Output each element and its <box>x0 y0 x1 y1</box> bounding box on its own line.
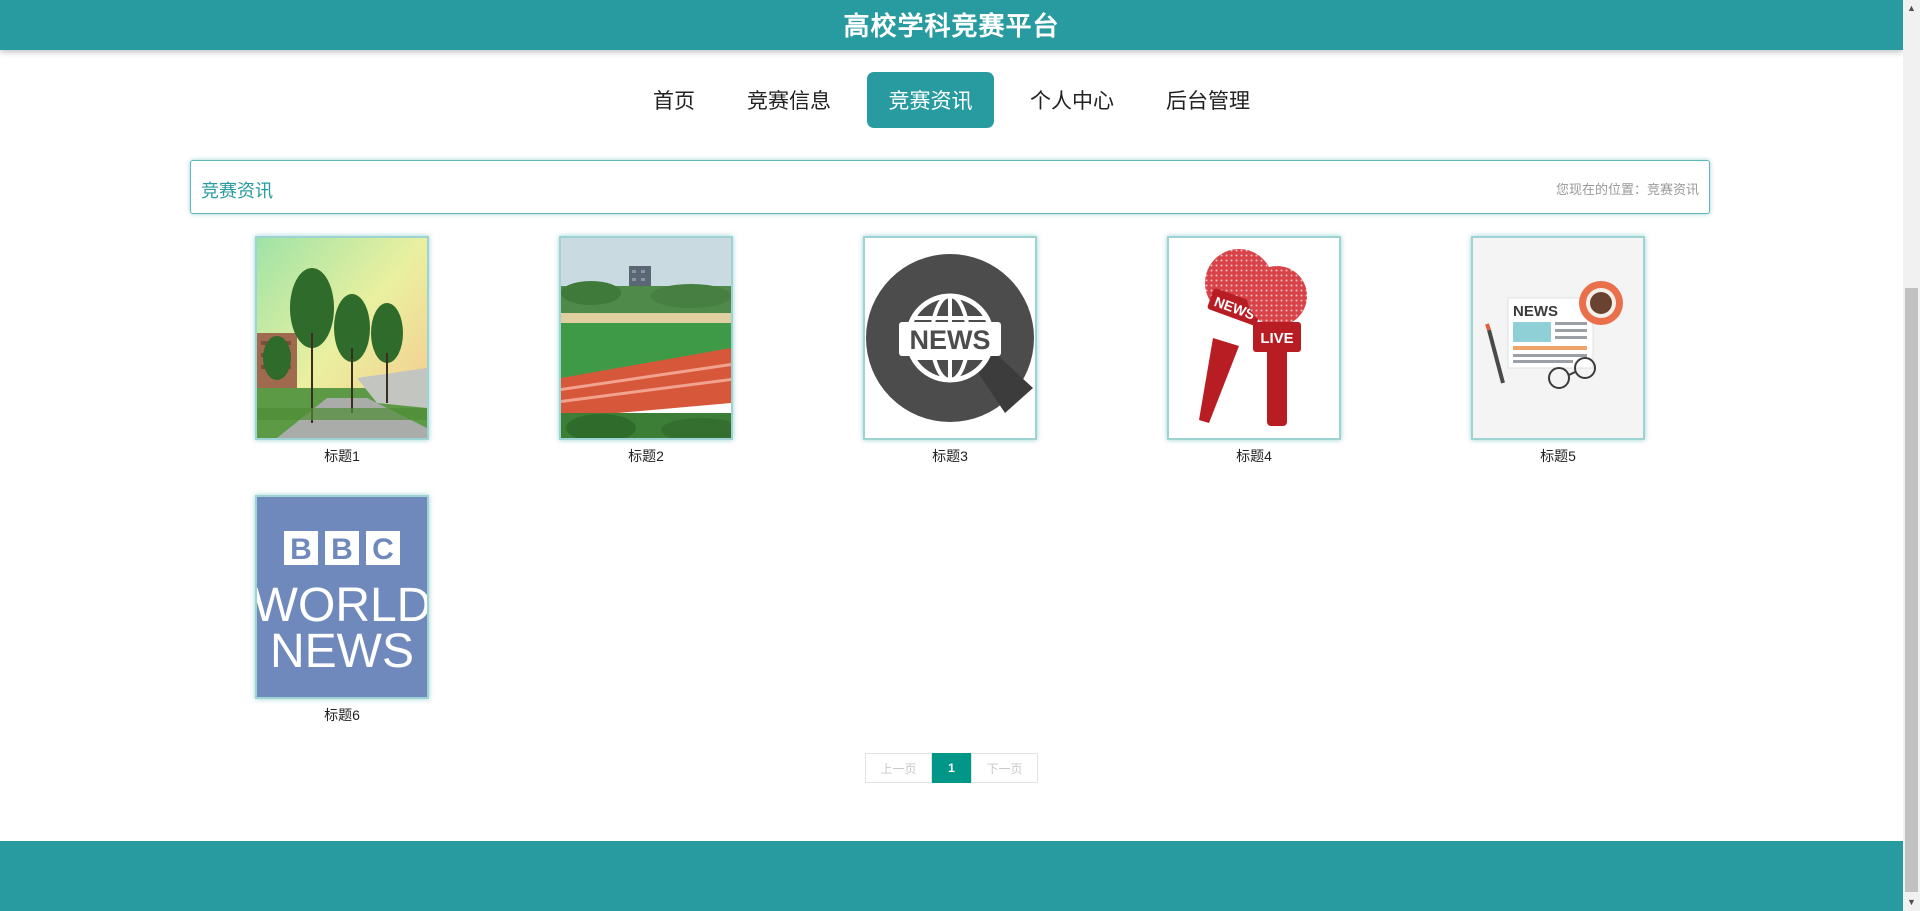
newspaper-heading-text: NEWS <box>1513 303 1558 320</box>
nav-item-admin[interactable]: 后台管理 <box>1150 72 1266 128</box>
news-thumbnail[interactable] <box>559 236 733 440</box>
scroll-up-arrow-icon[interactable]: ▲ <box>1903 0 1920 17</box>
page: 高校学科竞赛平台 首页 竞赛信息 竞赛资讯 个人中心 后台管理 竞赛资讯 您现在… <box>0 0 1903 911</box>
news-title[interactable]: 标题5 <box>1471 446 1645 466</box>
news-globe-icon: NEWS <box>865 238 1035 438</box>
campus-trees-image <box>257 238 427 438</box>
news-thumbnail[interactable]: NEWS <box>1471 236 1645 440</box>
news-card[interactable]: B B C WORLD NEWS 标题6 <box>255 495 429 725</box>
news-title[interactable]: 标题3 <box>863 446 1037 466</box>
nav-item-personal-center[interactable]: 个人中心 <box>1014 72 1130 128</box>
page-number-button[interactable]: 1 <box>932 753 971 783</box>
sports-field-image <box>561 238 731 438</box>
news-title[interactable]: 标题6 <box>255 705 429 725</box>
vertical-scrollbar[interactable]: ▲ ▼ <box>1903 0 1920 911</box>
main-nav: 首页 竞赛信息 竞赛资讯 个人中心 后台管理 <box>0 72 1903 128</box>
news-card[interactable]: NEWS 标题3 <box>863 236 1037 466</box>
bbc-world-news-logo: B B C WORLD NEWS <box>257 497 427 697</box>
nav-item-competition-news[interactable]: 竞赛资讯 <box>867 72 994 128</box>
news-thumbnail[interactable]: NEWS LIVE <box>1167 236 1341 440</box>
scrollbar-thumb[interactable] <box>1905 288 1918 892</box>
bbc-letter-b2: B <box>331 533 353 566</box>
news-thumbnail[interactable]: NEWS <box>863 236 1037 440</box>
news-card[interactable]: NEWS LIVE 标题4 <box>1167 236 1341 466</box>
live-microphones-icon: NEWS LIVE <box>1169 238 1339 438</box>
news-title[interactable]: 标题2 <box>559 446 733 466</box>
nav-item-competition-info[interactable]: 竞赛信息 <box>731 72 847 128</box>
scroll-down-arrow-icon[interactable]: ▼ <box>1903 894 1920 911</box>
live-badge-text: LIVE <box>1260 330 1293 347</box>
news-thumbnail[interactable]: B B C WORLD NEWS <box>255 495 429 699</box>
breadcrumb: 您现在的位置：竞赛资讯 <box>1555 182 1699 197</box>
news-title[interactable]: 标题4 <box>1167 446 1341 466</box>
bbc-letter-c: C <box>372 533 394 566</box>
news-card[interactable]: 标题2 <box>559 236 733 466</box>
nav-item-home[interactable]: 首页 <box>637 72 711 128</box>
next-page-button[interactable]: 下一页 <box>971 753 1038 783</box>
top-header-bar: 高校学科竞赛平台 <box>0 0 1903 50</box>
bbc-letter-b1: B <box>290 533 312 566</box>
pagination: 上一页 1 下一页 <box>865 753 1038 783</box>
prev-page-button[interactable]: 上一页 <box>865 753 932 783</box>
footer <box>0 841 1903 911</box>
section-header: 竞赛资讯 您现在的位置：竞赛资讯 <box>190 160 1710 214</box>
news-badge-text: NEWS <box>910 325 991 355</box>
news-title[interactable]: 标题1 <box>255 446 429 466</box>
bbc-news-text: NEWS <box>270 625 414 678</box>
section-title: 竞赛资讯 <box>201 181 273 201</box>
news-thumbnail[interactable] <box>255 236 429 440</box>
news-card[interactable]: 标题1 <box>255 236 429 466</box>
site-title: 高校学科竞赛平台 <box>843 10 1060 41</box>
newspaper-coffee-icon: NEWS <box>1473 238 1643 438</box>
news-card[interactable]: NEWS 标题5 <box>1471 236 1645 466</box>
